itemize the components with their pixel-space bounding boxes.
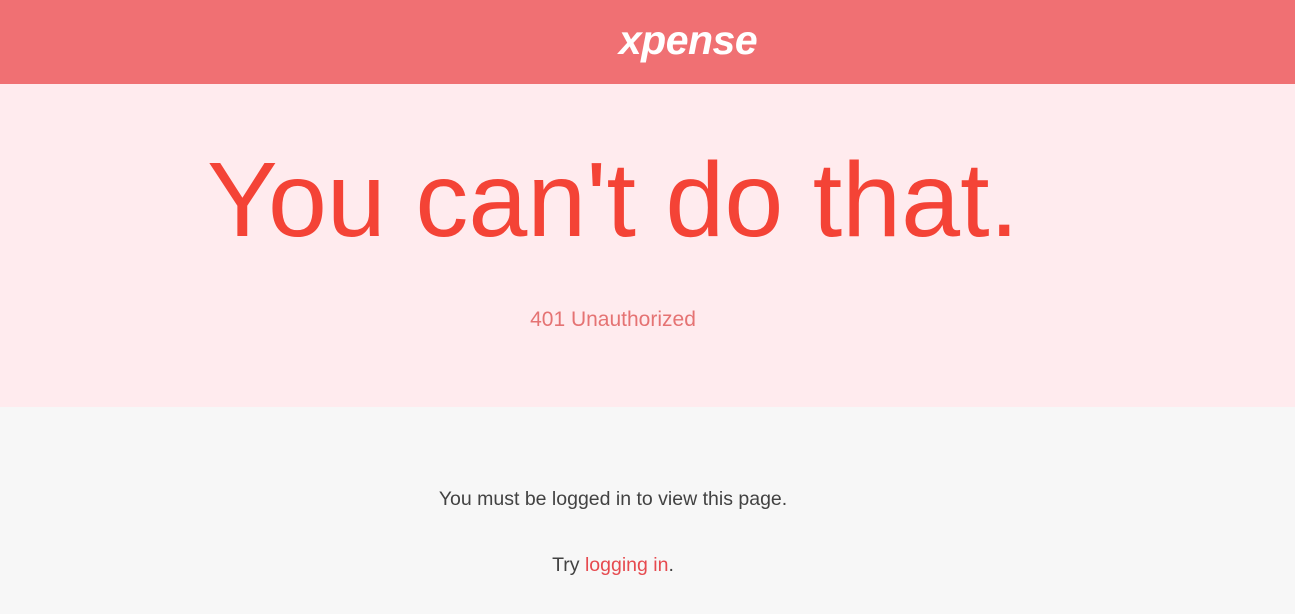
error-details: You must be logged in to view this page.… (0, 407, 1295, 614)
top-bar: xpense (0, 0, 1295, 84)
brand-logo[interactable]: xpense (0, 0, 1295, 80)
error-headline: You can't do that. (207, 141, 1019, 259)
login-required-message: You must be logged in to view this page. (438, 487, 788, 510)
login-link[interactable]: logging in (585, 554, 668, 576)
login-suggestion: Try logging in. (0, 552, 1226, 578)
error-hero: You can't do that. 401 Unauthorized (0, 84, 1295, 407)
try-suffix: . (668, 553, 674, 576)
status-code-label: 401 Unauthorized (530, 308, 696, 331)
try-prefix: Try (552, 553, 585, 576)
